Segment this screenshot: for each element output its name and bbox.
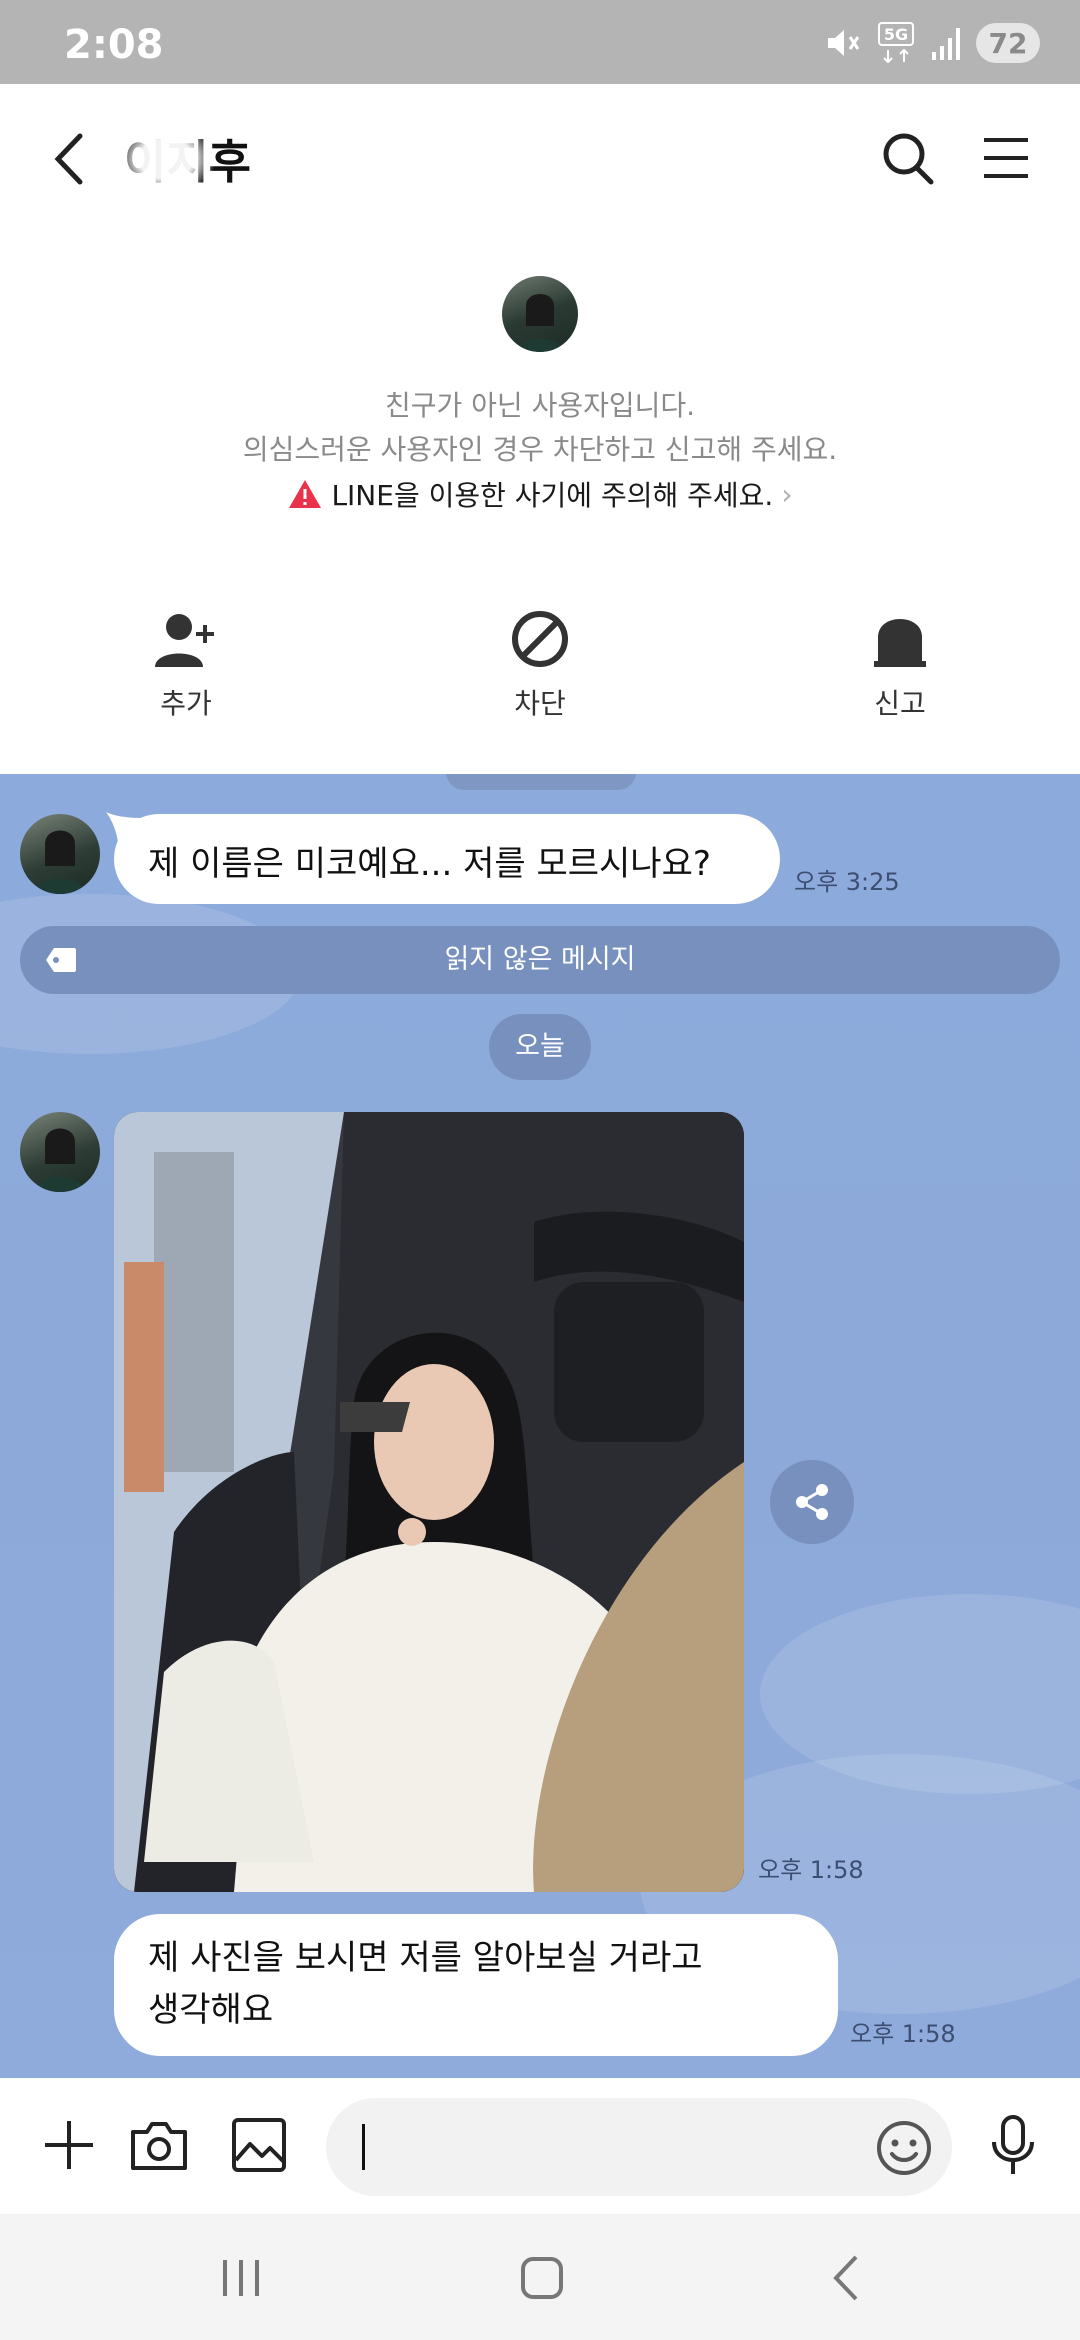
network-5g-icon: 5G xyxy=(878,22,914,64)
add-friend-icon xyxy=(155,614,214,667)
network-label: 5G xyxy=(884,25,908,44)
block-icon xyxy=(512,611,568,667)
plus-button[interactable] xyxy=(34,2110,104,2180)
block-button[interactable]: 차단 xyxy=(460,604,620,724)
plus-icon xyxy=(45,2121,93,2169)
system-back-button[interactable] xyxy=(816,2250,876,2306)
report-button[interactable]: 신고 xyxy=(820,604,980,724)
gallery-button[interactable] xyxy=(224,2110,294,2180)
add-friend-label: 추가 xyxy=(160,687,212,720)
text-caret xyxy=(362,2124,365,2170)
add-friend-button[interactable]: 추가 xyxy=(106,604,266,724)
message-bubble[interactable]: 제 이름은 미코예요... 저를 모르시나요? xyxy=(114,814,780,904)
status-icons: 5G 72 xyxy=(822,22,1040,64)
sender-avatar[interactable] xyxy=(20,1112,100,1192)
camera-icon xyxy=(131,2122,187,2170)
status-time: 2:08 xyxy=(64,22,164,68)
unread-label: 읽지 않은 메시지 xyxy=(444,944,636,975)
home-button[interactable] xyxy=(512,2250,572,2306)
notice-suspicious: 의심스러운 사용자인 경우 차단하고 신고해 주세요. xyxy=(242,433,838,466)
chat-header: 이지후 xyxy=(0,84,1080,224)
search-button[interactable] xyxy=(876,124,940,194)
home-icon xyxy=(521,2257,563,2299)
message-time: 오후 3:25 xyxy=(794,868,900,896)
image-message[interactable] xyxy=(114,1112,744,1892)
image-icon xyxy=(232,2118,286,2172)
emoji-icon xyxy=(877,2121,931,2175)
hamburger-menu-icon xyxy=(984,138,1028,178)
report-icon xyxy=(874,619,926,667)
unread-divider: 읽지 않은 메시지 xyxy=(20,926,1060,994)
message-input[interactable] xyxy=(326,2098,952,2196)
signal-icon xyxy=(932,28,960,60)
message-time: 오후 1:58 xyxy=(758,1856,864,1884)
chevron-right-icon: › xyxy=(781,477,793,511)
emoji-button[interactable] xyxy=(874,2118,934,2178)
avatar-image xyxy=(516,294,564,352)
voice-button[interactable] xyxy=(978,2110,1048,2180)
fraud-warning-link[interactable]: LINE을 이용한 사기에 주의해 주세요. › xyxy=(0,474,1080,514)
message-input-bar xyxy=(0,2078,1080,2214)
notice-not-friend: 친구가 아닌 사용자입니다. xyxy=(384,389,696,422)
share-icon xyxy=(796,1484,828,1520)
microphone-icon xyxy=(992,2115,1034,2174)
stranger-notice: 친구가 아닌 사용자입니다. 의심스러운 사용자인 경우 차단하고 신고해 주세… xyxy=(0,224,1080,774)
search-icon xyxy=(883,133,934,185)
message-bubble[interactable]: 제 사진을 보시면 저를 알아보실 거라고 생각해요 xyxy=(114,1914,838,2056)
date-pill: 오늘 xyxy=(489,1014,591,1080)
photo-content xyxy=(114,1112,744,1892)
notice-actions: 추가 차단 신고 xyxy=(0,604,1080,724)
message-text: 제 사진을 보시면 저를 알아보실 거라고 생각해요 xyxy=(148,1938,703,2030)
camera-button[interactable] xyxy=(124,2110,194,2180)
sender-avatar[interactable] xyxy=(20,814,100,894)
chat-area[interactable]: 제 이름은 미코예요... 저를 모르시나요? 오후 3:25 읽지 않은 메시… xyxy=(0,774,1080,2078)
system-nav-bar xyxy=(0,2214,1080,2340)
chevron-left-icon xyxy=(54,133,83,185)
recent-apps-button[interactable] xyxy=(211,2250,271,2306)
warning-icon xyxy=(289,480,322,508)
mute-icon xyxy=(828,30,860,56)
fraud-warning-text: LINE을 이용한 사기에 주의해 주세요. xyxy=(331,479,774,512)
battery-indicator: 72 xyxy=(976,23,1040,63)
block-label: 차단 xyxy=(514,687,566,720)
title-redaction xyxy=(118,124,214,194)
recent-apps-icon xyxy=(223,2260,259,2296)
report-label: 신고 xyxy=(874,687,926,720)
profile-avatar[interactable] xyxy=(502,276,578,352)
avatar-image xyxy=(34,830,86,894)
tag-icon xyxy=(46,948,76,972)
share-button[interactable] xyxy=(770,1460,854,1544)
avatar-image xyxy=(34,1128,86,1192)
message-time: 오후 1:58 xyxy=(850,2020,956,2048)
menu-button[interactable] xyxy=(980,128,1032,188)
status-bar: 2:08 5G 72 xyxy=(0,0,1080,84)
back-button[interactable] xyxy=(40,124,100,194)
date-pill-previous xyxy=(446,774,636,790)
back-arrow-icon xyxy=(833,2255,858,2301)
